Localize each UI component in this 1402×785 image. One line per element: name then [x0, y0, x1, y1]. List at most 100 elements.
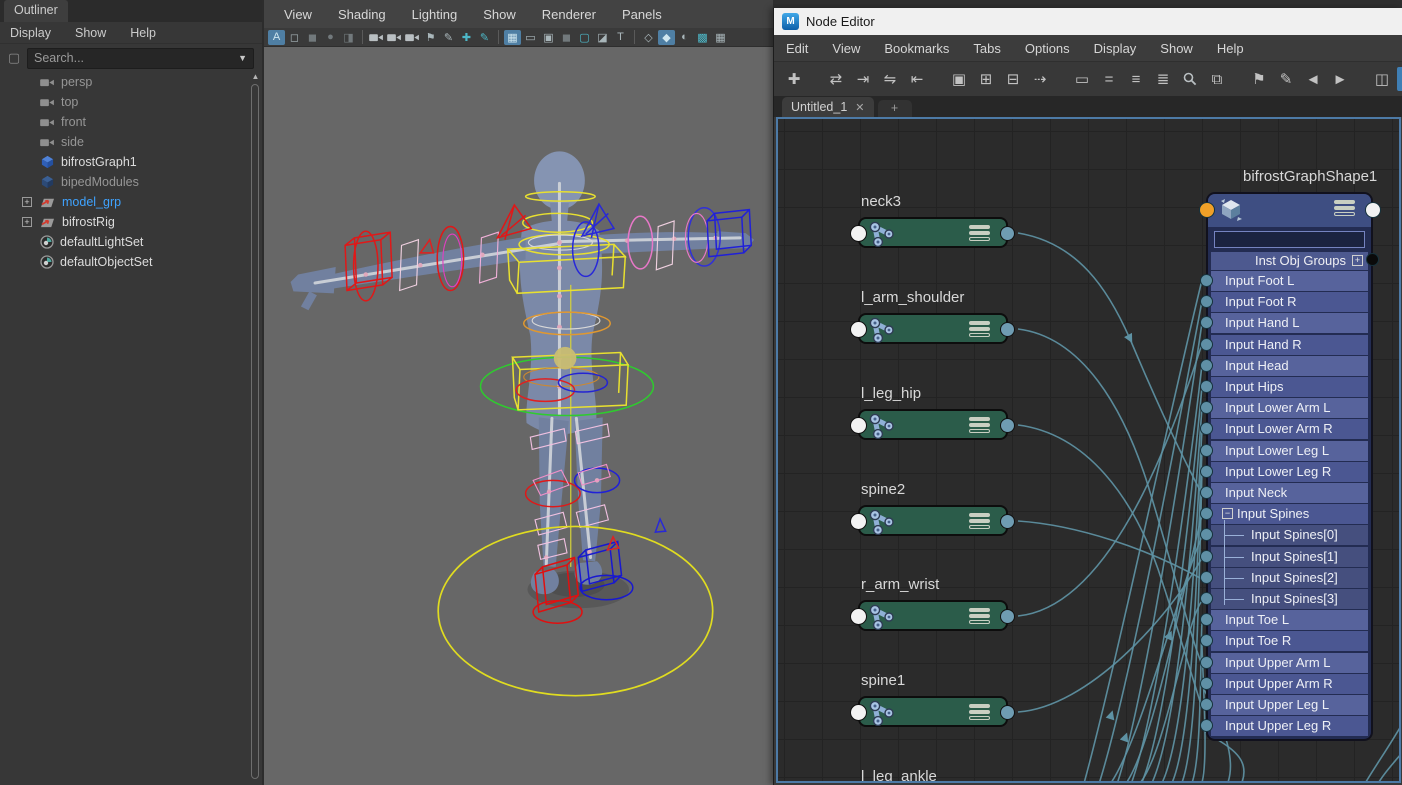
node-bifrostGraphShape1[interactable]: Inst Obj Groups + Input Foot L Input Foot R…: [1199, 192, 1381, 742]
outliner-menu-display[interactable]: Display: [10, 26, 51, 40]
viewport-menu-lighting[interactable]: Lighting: [412, 7, 458, 22]
display-connected-attributes-icon[interactable]: ≡: [1124, 67, 1148, 91]
select-camera-icon[interactable]: [368, 30, 385, 45]
node-menu-icon[interactable]: [969, 608, 990, 624]
input-output-connections-icon[interactable]: ⇋: [878, 67, 902, 91]
input-port[interactable]: [850, 417, 867, 434]
port-input-head[interactable]: [1200, 358, 1213, 372]
input-row-input-hips[interactable]: Input Hips: [1211, 377, 1368, 397]
node-menu-icon[interactable]: [969, 321, 990, 337]
input-row-input-lower-arm-l[interactable]: Input Lower Arm L: [1211, 398, 1368, 419]
wireframe-cube-icon[interactable]: ◇: [640, 30, 657, 45]
node-neck3[interactable]: [850, 217, 1015, 248]
node-menu-icon[interactable]: [969, 704, 990, 720]
isolate-select-icon[interactable]: ●: [322, 30, 339, 45]
node-graph[interactable]: neck3 l_arm_shoulder l_leg_hip spine2 r_arm_…: [776, 117, 1401, 783]
outliner-menu-help[interactable]: Help: [130, 26, 156, 40]
node-editor-menu-display[interactable]: Display: [1094, 41, 1137, 56]
shaded-cube-icon[interactable]: ◆: [658, 29, 675, 45]
bifrost-node-header[interactable]: [1208, 194, 1371, 227]
viewport-menu-view[interactable]: View: [284, 7, 312, 22]
remove-selected-from-graph-icon[interactable]: ⊟: [1001, 67, 1025, 91]
new-tab-button[interactable]: +: [877, 100, 912, 117]
node-editor-menu-show[interactable]: Show: [1160, 41, 1193, 56]
field-chart-icon[interactable]: ▢: [576, 30, 593, 45]
safe-title-icon[interactable]: T: [612, 30, 629, 45]
node-editor-menu-options[interactable]: Options: [1025, 41, 1070, 56]
output-port[interactable]: [1000, 705, 1015, 720]
node-editor-titlebar[interactable]: M Node Editor: [774, 8, 1402, 35]
node-spine2[interactable]: [850, 505, 1015, 536]
node-editor-menu-edit[interactable]: Edit: [786, 41, 808, 56]
input-row-input-upper-arm-r[interactable]: Input Upper Arm R: [1211, 673, 1368, 694]
outliner-item-bifrostGraph1[interactable]: bifrostGraph1: [0, 152, 250, 172]
node-editor-menu-tabs[interactable]: Tabs: [973, 41, 1000, 56]
input-row-input-upper-leg-l[interactable]: Input Upper Leg L: [1211, 695, 1368, 715]
pencil-icon[interactable]: ✎: [476, 30, 493, 45]
view-transform-a-icon[interactable]: A: [268, 29, 285, 45]
outliner-item-bifrostRig[interactable]: + bifrostRig: [0, 212, 250, 232]
viewport-menu-renderer[interactable]: Renderer: [542, 7, 596, 22]
bookmark-icon[interactable]: ⚑: [422, 30, 439, 45]
input-row-input-neck[interactable]: Input Neck: [1211, 483, 1368, 503]
display-no-attributes-icon[interactable]: ▭: [1070, 67, 1094, 91]
output-port[interactable]: [1000, 514, 1015, 529]
show-connected-attrs-icon[interactable]: ◉: [1397, 67, 1402, 91]
input-row-input-lower-leg-r[interactable]: Input Lower Leg R: [1211, 461, 1368, 482]
layers-icon[interactable]: ◨: [340, 30, 357, 45]
lock-camera-icon[interactable]: [386, 30, 403, 45]
copy-tab-icon[interactable]: ⧉: [1205, 67, 1229, 91]
film-gate-icon[interactable]: ▭: [522, 30, 539, 45]
output-port[interactable]: [1000, 418, 1015, 433]
outliner-item-side[interactable]: side: [0, 132, 250, 152]
display-all-attributes-icon[interactable]: ≣: [1151, 67, 1175, 91]
collapse-minus-icon[interactable]: −: [1222, 508, 1233, 520]
node-menu-icon[interactable]: [969, 513, 990, 529]
input-port[interactable]: [850, 321, 867, 338]
port-input-lower-leg-r[interactable]: [1200, 464, 1213, 478]
port-input-hips[interactable]: [1200, 380, 1213, 393]
node-editor-menu-view[interactable]: View: [832, 41, 860, 56]
port-white-out[interactable]: [1365, 202, 1381, 218]
input-row-input-hand-r[interactable]: Input Hand R: [1211, 334, 1368, 355]
viewport-menu-shading[interactable]: Shading: [338, 7, 386, 22]
scrollbar-thumb[interactable]: [251, 84, 259, 779]
input-row-input-foot-l[interactable]: Input Foot L: [1211, 271, 1368, 291]
outliner-item-persp[interactable]: persp: [0, 72, 250, 92]
input-row-input-upper-leg-r[interactable]: Input Upper Leg R: [1211, 716, 1368, 737]
input-row-input-spines[interactable]: Input Spines −: [1211, 504, 1368, 525]
create-node-icon[interactable]: ✚: [782, 67, 806, 91]
display-simple-attributes-icon[interactable]: =: [1097, 67, 1121, 91]
outliner-item-front[interactable]: front: [0, 112, 250, 132]
input-port[interactable]: [850, 608, 867, 625]
port-orange-in[interactable]: [1199, 202, 1215, 218]
node-spine1[interactable]: [850, 696, 1015, 727]
input-connections-icon[interactable]: ⇥: [851, 67, 875, 91]
input-row-input-toe-r[interactable]: Input Toe R: [1211, 631, 1368, 652]
viewport-menu-show[interactable]: Show: [483, 7, 516, 22]
node-menu-icon[interactable]: [969, 417, 990, 433]
input-row-input-toe-l[interactable]: Input Toe L: [1211, 610, 1368, 631]
add-selected-to-graph-icon[interactable]: ⊞: [974, 67, 998, 91]
input-row-input-lower-leg-l[interactable]: Input Lower Leg L: [1211, 440, 1368, 461]
frame-selected-icon[interactable]: ◻: [286, 30, 303, 45]
node-editor-menu-bookmarks[interactable]: Bookmarks: [884, 41, 949, 56]
grid-icon[interactable]: ▦: [504, 29, 521, 45]
grease-pencil-icon[interactable]: ✎: [440, 30, 457, 45]
outliner-item-top[interactable]: top: [0, 92, 250, 112]
snap-icon[interactable]: ✚: [458, 30, 475, 45]
node-l_leg_hip[interactable]: [850, 409, 1015, 440]
layout-graph-icon[interactable]: ▣: [947, 67, 971, 91]
lattice-icon[interactable]: ▦: [712, 30, 729, 45]
node-menu-icon[interactable]: [1334, 200, 1355, 216]
search-dropdown-icon[interactable]: ▼: [238, 53, 247, 63]
search-input[interactable]: Search... ▼: [27, 47, 254, 69]
port-input-spines-1[interactable]: [1200, 549, 1213, 563]
resolution-gate-icon[interactable]: ▣: [540, 30, 557, 45]
close-tab-icon[interactable]: ✕: [855, 101, 864, 114]
previous-bookmark-icon[interactable]: ◄: [1301, 67, 1325, 91]
create-bookmark-icon[interactable]: ⚑: [1247, 67, 1271, 91]
input-row-input-hand-l[interactable]: Input Hand L: [1211, 313, 1368, 334]
gate-mask-icon[interactable]: ◼: [558, 30, 575, 45]
outliner-item-model_grp[interactable]: + model_grp: [0, 192, 250, 212]
